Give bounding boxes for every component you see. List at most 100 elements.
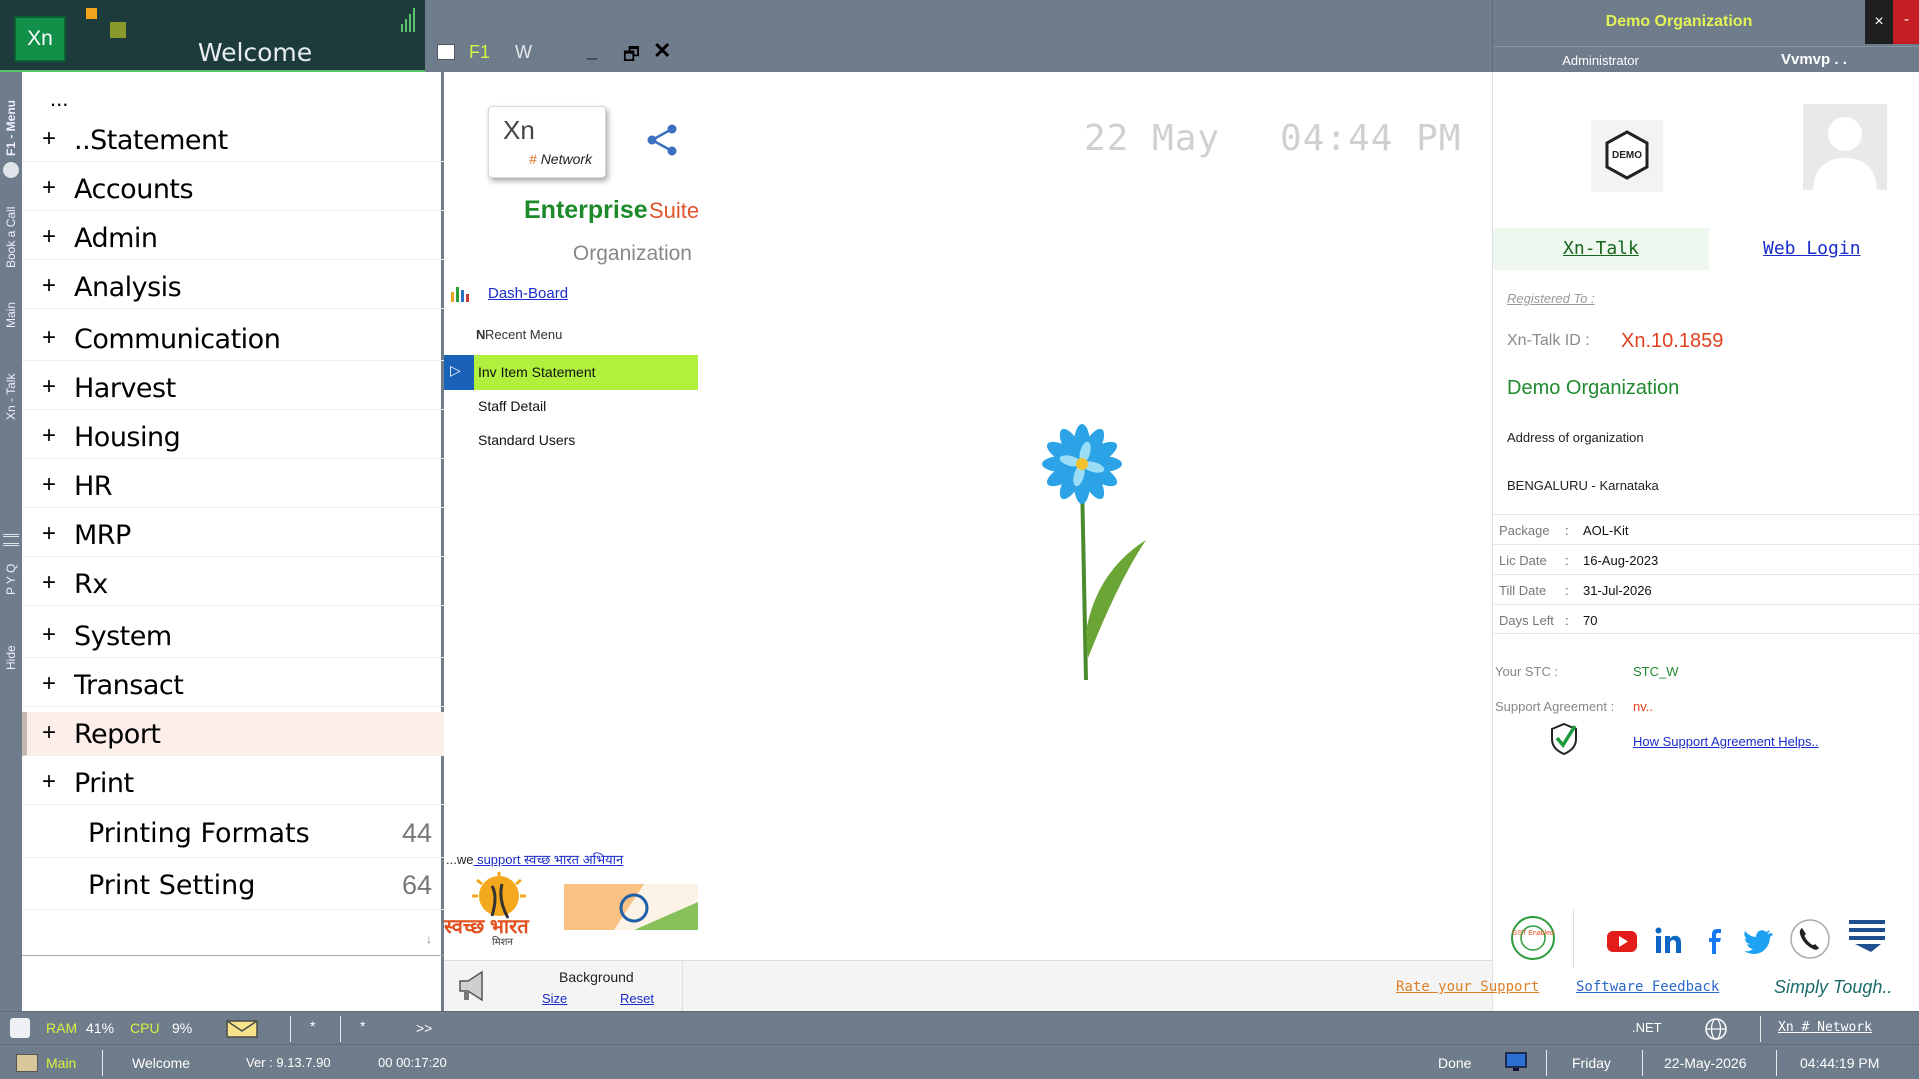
- list-icon[interactable]: [3, 534, 19, 546]
- org-header: Demo Organization × - Administrator Vvmv…: [1492, 0, 1919, 72]
- divider: [102, 1050, 103, 1076]
- submenu-printing-formats[interactable]: Printing Formats 44: [22, 808, 444, 858]
- menu-item-label: Accounts: [74, 174, 194, 205]
- vtab-label: Xn - Talk: [4, 373, 18, 420]
- chat-message-icon[interactable]: [1847, 916, 1887, 956]
- expand-icon[interactable]: +: [42, 520, 56, 548]
- license-value: 16-Aug-2023: [1583, 553, 1659, 568]
- license-value: 70: [1583, 613, 1598, 628]
- swachh-bharat-link[interactable]: support स्वच्छ भारत अभियान: [473, 852, 623, 867]
- microphone-icon[interactable]: [10, 1018, 30, 1038]
- tab-f1[interactable]: F1: [469, 42, 490, 63]
- menu-item-communication[interactable]: + Communication: [22, 317, 444, 361]
- xn-network-card[interactable]: Xn # Network: [488, 106, 606, 178]
- status-star[interactable]: *: [310, 1018, 315, 1034]
- shield-check-icon: [1551, 722, 1577, 756]
- status-time: 04:44:19 PM: [1800, 1055, 1880, 1071]
- mail-icon[interactable]: [226, 1020, 258, 1038]
- expand-icon[interactable]: +: [42, 422, 56, 450]
- youtube-icon[interactable]: [1605, 924, 1639, 958]
- swachh-logo-text: स्वच्छ भारत: [444, 916, 529, 938]
- app-header: Xn Welcome: [0, 0, 425, 72]
- menu-item-admin[interactable]: + Admin: [22, 216, 444, 260]
- divider: [1760, 1016, 1761, 1042]
- menu-item-harvest[interactable]: + Harvest: [22, 366, 444, 410]
- close-tab-button[interactable]: ✕: [653, 38, 671, 64]
- web-login-link[interactable]: Web Login: [1763, 238, 1861, 259]
- twitter-icon[interactable]: [1741, 924, 1775, 958]
- restore-button[interactable]: 🗗: [623, 42, 640, 72]
- phone-call-icon[interactable]: [1789, 918, 1831, 960]
- status-done: Done: [1438, 1055, 1472, 1071]
- menu-item-print[interactable]: + Print: [22, 761, 444, 805]
- expand-icon[interactable]: +: [42, 670, 56, 698]
- menu-item-statement[interactable]: + ..Statement: [22, 118, 444, 162]
- phone-icon[interactable]: [3, 162, 19, 178]
- recent-item-staff-detail[interactable]: Staff Detail: [478, 398, 546, 414]
- menu-ellipsis[interactable]: ...: [50, 86, 68, 112]
- expand-icon[interactable]: +: [42, 471, 56, 499]
- menu-item-label: ..Statement: [74, 125, 228, 156]
- menu-item-accounts[interactable]: + Accounts: [22, 167, 444, 211]
- more-button[interactable]: >>: [416, 1020, 432, 1036]
- talk-id-label: Xn-Talk ID :: [1507, 332, 1590, 349]
- enterprise-label: Enterprise: [524, 196, 648, 224]
- xn-logo[interactable]: Xn: [14, 16, 66, 62]
- main-window-icon[interactable]: [16, 1054, 38, 1072]
- tab-w[interactable]: W: [515, 42, 532, 63]
- menu-item-analysis[interactable]: + Analysis: [22, 265, 444, 309]
- expand-icon[interactable]: +: [42, 223, 56, 251]
- background-size-link[interactable]: Size: [542, 991, 567, 1006]
- status-star[interactable]: *: [360, 1018, 365, 1034]
- cpu-value: 9%: [172, 1020, 193, 1036]
- background-reset-link[interactable]: Reset: [620, 991, 654, 1006]
- support-agreement-value: nv..: [1633, 699, 1653, 714]
- menu-item-report[interactable]: + Report: [22, 712, 444, 756]
- menu-item-rx[interactable]: + Rx: [22, 562, 444, 606]
- megaphone-icon[interactable]: [454, 967, 492, 1005]
- recent-item-standard-users[interactable]: Standard Users: [478, 432, 575, 448]
- menu-item-mrp[interactable]: + MRP: [22, 513, 444, 557]
- submenu-print-setting[interactable]: Print Setting 64: [22, 860, 444, 910]
- submenu-count: 64: [401, 870, 432, 900]
- globe-icon[interactable]: [1704, 1017, 1728, 1041]
- menu-item-label: Print: [74, 768, 134, 799]
- expand-icon[interactable]: +: [42, 719, 56, 747]
- license-key: Package: [1499, 523, 1550, 538]
- minimize-button[interactable]: _: [587, 40, 597, 61]
- scroll-down-icon[interactable]: ↓: [426, 932, 432, 946]
- close-icon[interactable]: ×: [1865, 0, 1893, 44]
- expand-icon[interactable]: +: [42, 373, 56, 401]
- menu-item-system[interactable]: + System: [22, 614, 444, 658]
- rate-support-link[interactable]: Rate your Support: [1396, 979, 1539, 995]
- window-app-icon[interactable]: [437, 44, 455, 60]
- share-icon[interactable]: [644, 122, 680, 158]
- status-bar-resources: RAM 41% CPU 9% * * >> .NET Xn # Network: [0, 1011, 1919, 1044]
- avatar[interactable]: [1803, 104, 1887, 190]
- linkedin-icon[interactable]: [1651, 924, 1685, 958]
- recent-menu-label: Recent Menu: [485, 327, 563, 342]
- dashboard-link[interactable]: Dash-Board: [488, 285, 568, 302]
- xn-network-link[interactable]: Xn # Network: [1778, 1020, 1872, 1035]
- expand-icon[interactable]: +: [42, 621, 56, 649]
- monitor-icon[interactable]: [1504, 1051, 1528, 1073]
- facebook-icon[interactable]: [1697, 924, 1731, 958]
- expand-icon[interactable]: +: [42, 324, 56, 352]
- support-help-link[interactable]: How Support Agreement Helps..: [1633, 734, 1819, 749]
- menu-item-transact[interactable]: + Transact: [22, 663, 444, 707]
- menu-item-hr[interactable]: + HR: [22, 464, 444, 508]
- license-key: Till Date: [1499, 583, 1547, 598]
- expand-icon[interactable]: +: [42, 174, 56, 202]
- xn-talk-link[interactable]: Xn-Talk: [1563, 238, 1639, 259]
- exit-button[interactable]: -: [1893, 0, 1919, 44]
- status-main[interactable]: Main: [46, 1055, 76, 1071]
- user-name[interactable]: Vvmvp . .: [1781, 51, 1847, 68]
- software-feedback-link[interactable]: Software Feedback: [1576, 979, 1719, 995]
- expand-icon[interactable]: +: [42, 569, 56, 597]
- expand-icon[interactable]: +: [42, 125, 56, 153]
- menu-item-housing[interactable]: + Housing: [22, 415, 444, 459]
- expand-icon[interactable]: +: [42, 272, 56, 300]
- recent-item-inv-item-statement[interactable]: Inv Item Statement: [478, 364, 596, 380]
- vtab-label: Hide: [4, 645, 18, 670]
- expand-icon[interactable]: +: [42, 768, 56, 796]
